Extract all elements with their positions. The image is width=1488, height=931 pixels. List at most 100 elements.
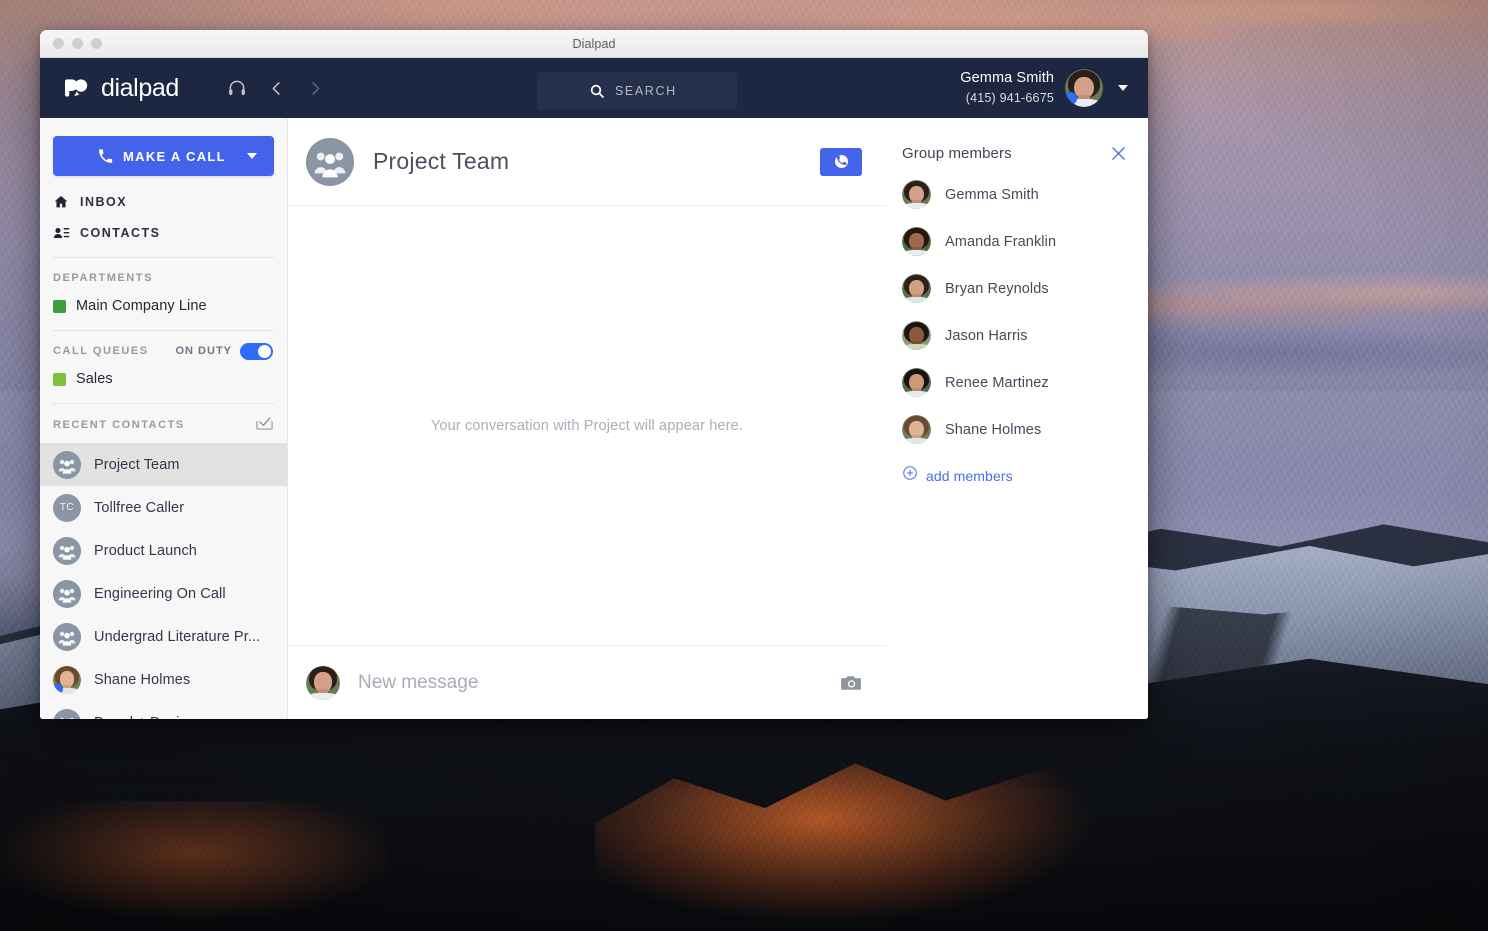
avatar-image (902, 368, 931, 397)
call-queues-header: CALL QUEUES ON DUTY (40, 340, 287, 362)
list-item[interactable]: Engineering On Call (40, 572, 287, 615)
avatar (902, 274, 931, 303)
chevron-right-icon[interactable] (306, 79, 325, 98)
new-message-input[interactable] (358, 671, 840, 694)
on-duty-toggle[interactable] (240, 342, 273, 360)
member-name: Gemma Smith (945, 186, 1039, 203)
group-avatar-icon (53, 450, 81, 479)
avatar (902, 180, 931, 209)
brand-name: dialpad (101, 73, 179, 102)
headset-icon[interactable] (227, 78, 247, 98)
add-members-label: add members (926, 467, 1013, 484)
minimize-button[interactable] (72, 38, 83, 49)
add-members-button[interactable]: add members (902, 465, 1128, 486)
section-title: DEPARTMENTS (53, 272, 153, 284)
sidebar-divider (53, 330, 274, 331)
group-members-list: Gemma Smith Amanda Franklin Bryan Reynol… (902, 173, 1128, 451)
member-name: Jason Harris (945, 327, 1028, 344)
member-name: Renee Martinez (945, 374, 1049, 391)
on-duty-control[interactable]: ON DUTY (175, 342, 273, 360)
on-duty-label: ON DUTY (175, 345, 232, 357)
status-square (53, 372, 66, 386)
contact-card-icon (53, 225, 75, 241)
section-title: CALL QUEUES (53, 345, 149, 357)
list-item[interactable]: Shane Holmes (40, 658, 287, 701)
phone-icon (98, 148, 113, 164)
group-avatar-icon (53, 536, 81, 565)
make-a-call-label: MAKE A CALL (123, 148, 226, 164)
desktop-background: Dialpad dialpad SEARCH Gemma Smith (415)… (0, 0, 1488, 931)
avatar[interactable] (1065, 69, 1103, 107)
list-item[interactable]: Undergrad Literature Pr... (40, 615, 287, 658)
list-item[interactable]: Renee Martinez (902, 361, 1128, 404)
list-item[interactable]: Bryan Reynolds (902, 267, 1128, 310)
nav-icon-group (227, 78, 325, 98)
inbox-check-icon[interactable] (256, 415, 273, 435)
sidebar-nav-list: INBOX CONTACTS (40, 186, 287, 248)
list-item-label: Tollfree Caller (94, 499, 185, 516)
list-item[interactable]: Product Launch (40, 529, 287, 572)
list-item[interactable]: Shane Holmes (902, 408, 1128, 451)
profile-text-block: Gemma Smith (415) 941-6675 (960, 68, 1054, 107)
chevron-down-icon[interactable] (1118, 85, 1128, 91)
profile-phone: (415) 941-6675 (965, 91, 1054, 106)
sidebar-item-inbox[interactable]: INBOX (40, 186, 287, 217)
list-item[interactable]: Amanda Franklin (902, 220, 1128, 263)
traffic-lights[interactable] (40, 38, 102, 49)
list-item-label: Product Launch (94, 542, 197, 559)
dialpad-app-window: Dialpad dialpad SEARCH Gemma Smith (415)… (40, 30, 1148, 719)
dialpad-mark-icon (65, 79, 88, 97)
section-title: RECENT CONTACTS (53, 419, 185, 431)
list-item-label: Engineering On Call (94, 585, 226, 602)
avatar (902, 368, 931, 397)
conversation-empty-state: Your conversation with Project will appe… (288, 206, 886, 645)
list-item[interactable]: TC Tollfree Caller (40, 486, 287, 529)
avatar-image (306, 665, 340, 700)
member-name: Amanda Franklin (945, 233, 1057, 250)
dialpad-logo[interactable]: dialpad (62, 74, 179, 103)
avatar (53, 665, 81, 694)
avatar-image (902, 274, 931, 303)
sidebar-item-label: INBOX (80, 194, 128, 209)
search-bar[interactable]: SEARCH (537, 72, 737, 110)
search-icon (589, 83, 605, 104)
department-label: Main Company Line (76, 298, 207, 314)
sidebar-item-contacts[interactable]: CONTACTS (40, 217, 287, 248)
avatar-image (902, 227, 931, 256)
sidebar-item-main-company-line[interactable]: Main Company Line (40, 291, 287, 321)
member-name: Shane Holmes (945, 421, 1042, 438)
recent-contacts-header: RECENT CONTACTS (40, 413, 287, 437)
empty-state-text: Your conversation with Project will appe… (430, 417, 744, 434)
avatar-image (902, 321, 931, 350)
group-call-button[interactable] (820, 147, 862, 176)
avatar (306, 665, 340, 700)
group-members-panel: Group members Gemma Smith Amanda Frankli… (886, 118, 1148, 719)
close-icon[interactable] (1109, 144, 1128, 163)
toggle-knob (258, 344, 271, 358)
close-button[interactable] (53, 38, 64, 49)
group-members-header: Group members (902, 144, 1128, 163)
camera-icon[interactable] (840, 674, 862, 692)
chevron-left-icon[interactable] (267, 79, 286, 98)
list-item[interactable]: Gemma Smith (902, 173, 1128, 216)
list-item[interactable]: Brand + Design (40, 701, 287, 719)
avatar (902, 227, 931, 256)
list-item[interactable]: Jason Harris (902, 314, 1128, 357)
status-square (53, 299, 66, 313)
group-avatar-icon (306, 137, 354, 186)
make-a-call-button[interactable]: MAKE A CALL (53, 136, 274, 176)
recent-contacts-list: Project Team TC Tollfree Caller Product … (40, 443, 287, 719)
member-name: Bryan Reynolds (945, 280, 1049, 297)
list-item[interactable]: Project Team (40, 443, 287, 486)
avatar-image (902, 415, 931, 444)
sidebar-item-sales[interactable]: Sales (40, 364, 287, 394)
conversation-pane: Project Team Your conversation with Proj… (288, 118, 886, 719)
group-avatar-icon (53, 579, 81, 608)
sidebar-item-label: CONTACTS (80, 225, 161, 240)
avatar (902, 321, 931, 350)
profile-name: Gemma Smith (960, 70, 1054, 87)
chevron-down-icon[interactable] (247, 153, 257, 159)
window-titlebar: Dialpad (40, 30, 1148, 58)
zoom-button[interactable] (91, 38, 102, 49)
user-profile-menu[interactable]: Gemma Smith (415) 941-6675 (960, 58, 1128, 118)
